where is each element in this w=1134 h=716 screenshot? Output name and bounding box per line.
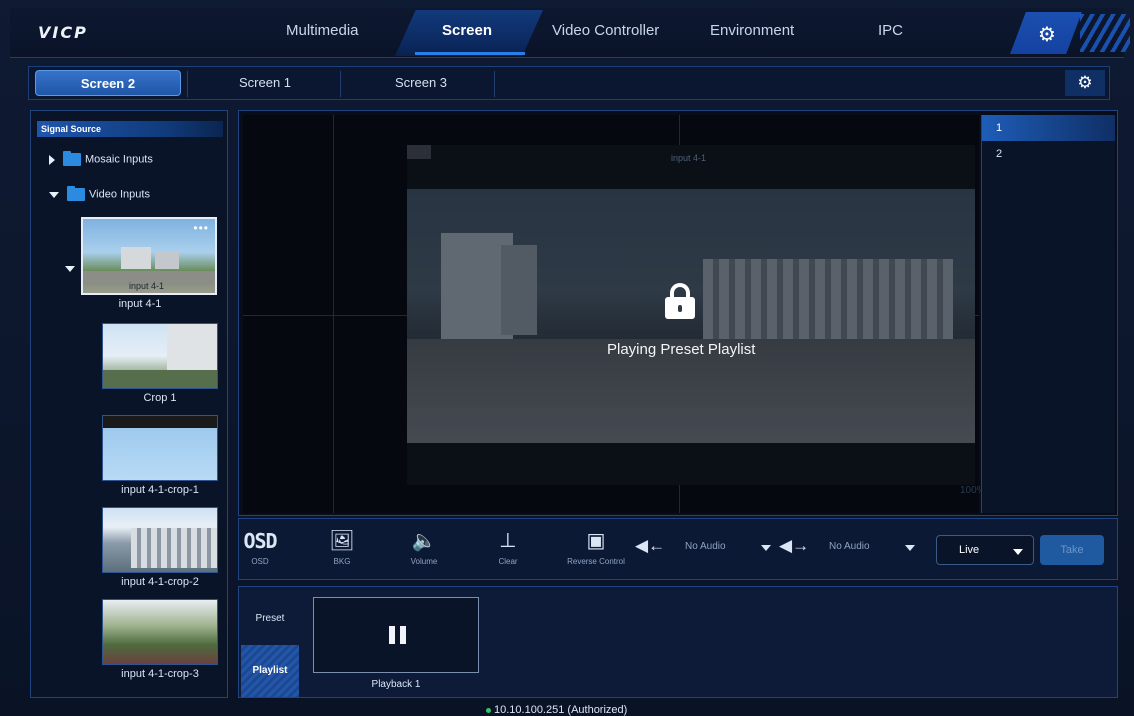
more-options-icon[interactable]: ••• [193,221,209,235]
nav-active-underline [415,52,525,55]
mode-select[interactable]: Live [936,535,1034,565]
gear-icon: ⚙ [1038,24,1056,46]
audio-out-icon: ◀→ [779,536,810,555]
dropdown-arrow-icon [905,545,915,551]
input-caption: input 4-1-crop-2 [121,576,199,588]
screen-canvas[interactable]: input 4-1 Playing Preset Playlist 100% [243,115,986,513]
tab-divider [187,71,188,97]
tab-divider [494,71,495,97]
nav-ipc[interactable]: IPC [878,22,903,39]
collapse-arrow-icon[interactable] [65,266,75,272]
signal-source-panel: Signal Source Mosaic Inputs Video Inputs… [30,110,228,698]
thumb-trees [103,370,217,388]
reverse-control-button[interactable]: ▣ Reverse Control [553,529,639,566]
volume-icon: 🔈 [411,530,437,552]
thumb-building [167,324,217,370]
audio-input-select[interactable]: ◀← No Audio [635,533,777,561]
input-caption: Crop 1 [143,392,177,404]
screen-tab-bar: Screen 2 Screen 1 Screen 3 ⚙ [28,66,1110,100]
input-caption: input 4-1-crop-3 [121,668,199,680]
tree-group-mosaic-inputs[interactable]: Mosaic Inputs [49,151,153,166]
volume-button[interactable]: 🔈 Volume [395,529,453,566]
lock-message: Playing Preset Playlist [607,341,756,358]
input-caption: input 4-1-crop-1 [121,484,199,496]
bkg-button[interactable]: 🖼 BKG [313,529,371,566]
input-thumbnail[interactable] [102,507,218,573]
preview-toolbar: OSD OSD 🖼 BKG 🔈 Volume ⊥ Clear ▣ Reverse… [238,518,1118,580]
thumb-building [131,528,217,568]
dropdown-arrow-icon [761,545,771,551]
dropdown-arrow-icon [1013,549,1023,555]
collapse-arrow-icon[interactable] [49,191,59,198]
screen-preview-area: input 4-1 Playing Preset Playlist 100% 1… [238,110,1118,516]
broom-icon: ⊥ [499,530,517,552]
tab-screen-2[interactable]: Screen 2 [35,70,181,96]
playback-item[interactable] [313,597,479,673]
monitor-icon: ▣ [586,530,606,552]
tab-preset[interactable]: Preset [241,609,299,629]
input-caption: input 4-1 [118,298,162,310]
input-thumbnail[interactable] [102,415,218,481]
thumb-building [121,247,151,269]
input-thumbnail-item[interactable]: input 4-1-crop-2 [101,507,219,588]
audio-output-select[interactable]: ◀→ No Audio [779,533,921,561]
audio-in-icon: ◀← [635,536,666,555]
thumb-overlay-label: input 4-1 [129,281,165,291]
pause-icon[interactable] [389,626,407,644]
layer-list: 1 2 [981,115,1115,513]
input-thumbnail-item[interactable]: Crop 1 [101,323,219,404]
top-navigation: VICP Multimedia Screen Video Controller … [10,8,1130,58]
tab-divider [340,71,341,97]
global-settings-button[interactable]: ⚙ [1010,12,1082,54]
decorative-stripes [1080,14,1130,52]
window-header-tab [407,145,431,159]
input-thumbnail[interactable] [102,599,218,665]
playlist-panel: Preset Playlist Playback 1 [238,586,1118,698]
tab-screen-1[interactable]: Screen 1 [239,67,291,99]
osd-button[interactable]: OSD OSD [231,529,289,566]
grid-line [333,115,334,513]
status-dot-icon [486,707,491,713]
layer-item-1[interactable]: 1 [982,115,1115,141]
nav-environment[interactable]: Environment [710,22,794,39]
signal-source-title: Signal Source [37,121,223,137]
layer-item-2[interactable]: 2 [982,141,1115,167]
lock-icon [665,283,695,319]
input-thumbnail-item[interactable]: ••• input 4-1 input 4-1 [81,217,217,310]
connection-status: 10.10.100.251 (Authorized) [486,704,627,716]
image-icon: 🖼 [329,530,355,552]
folder-icon [63,151,81,166]
app-logo: VICP [38,23,88,42]
folder-icon [67,186,85,201]
input-thumbnail-item[interactable]: input 4-1-crop-1 [101,415,219,496]
nav-video-controller[interactable]: Video Controller [552,22,659,39]
nav-screen[interactable]: Screen [442,22,492,39]
window-input-label: input 4-1 [671,153,707,163]
thumb-building [155,251,179,269]
app-window: VICP Multimedia Screen Video Controller … [0,0,1134,716]
osd-icon: OSD [243,529,277,553]
screen-settings-button[interactable]: ⚙ [1065,70,1105,96]
tab-playlist[interactable]: Playlist [241,645,299,697]
input-thumbnail[interactable] [102,323,218,389]
gear-icon: ⚙ [1077,73,1093,92]
input-thumbnail-item[interactable]: input 4-1-crop-3 [101,599,219,680]
tree-group-video-inputs[interactable]: Video Inputs [49,186,150,201]
nav-multimedia[interactable]: Multimedia [286,22,359,39]
take-button[interactable]: Take [1040,535,1104,565]
playback-label: Playback 1 [371,679,421,690]
input-thumbnail[interactable]: ••• input 4-1 [81,217,217,295]
tab-screen-3[interactable]: Screen 3 [395,67,447,99]
expand-arrow-icon[interactable] [49,154,55,165]
clear-button[interactable]: ⊥ Clear [479,529,537,566]
